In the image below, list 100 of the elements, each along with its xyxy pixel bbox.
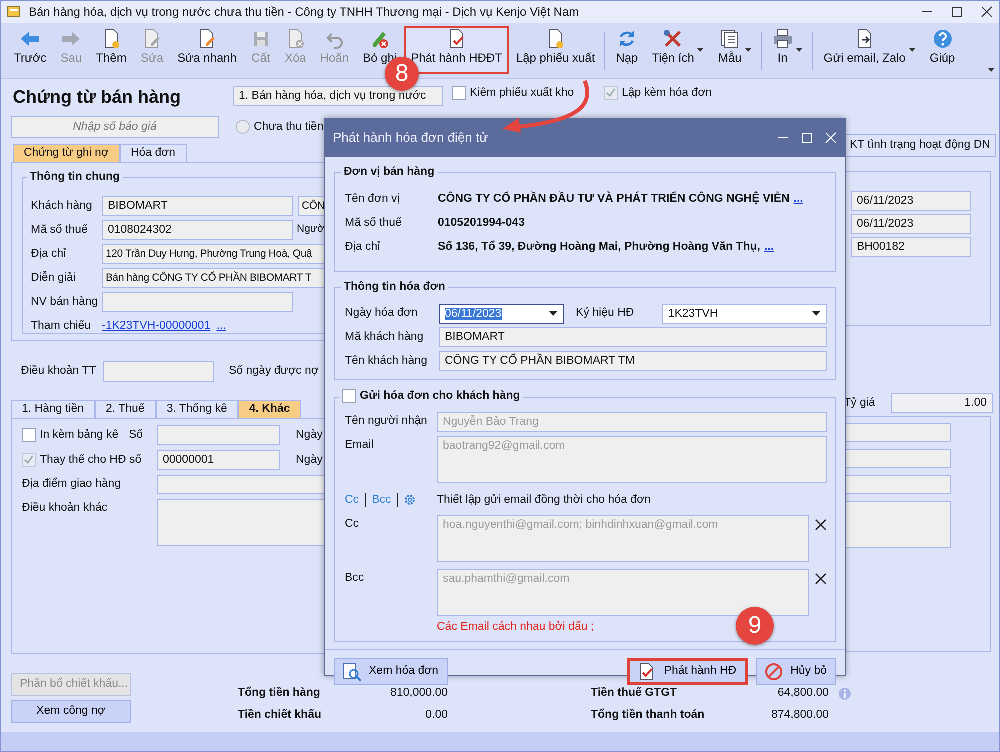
text-area[interactable] xyxy=(157,499,324,546)
help-icon xyxy=(932,29,953,49)
detail-tab[interactable]: 2. Thuế xyxy=(95,400,156,418)
field-label: Ngày xyxy=(296,428,323,443)
dialog-button[interactable]: Xem hóa đơn xyxy=(334,658,448,685)
text-field[interactable]: BH00182 xyxy=(851,237,971,257)
reference-link[interactable]: -1K23TVH-00000001 xyxy=(102,318,211,334)
field-label: Khách hàng xyxy=(31,198,94,214)
total-value: 874,800.00 xyxy=(770,708,829,722)
toolbar-button[interactable]: Sửa nhanh xyxy=(170,26,244,74)
close-icon xyxy=(825,132,837,144)
series-select[interactable]: 1K23TVH xyxy=(662,304,827,324)
hint-text: Các Email cách nhau bởi dấu ; xyxy=(437,620,594,634)
checkbox[interactable] xyxy=(452,86,466,100)
toolbar-button[interactable]: Trước xyxy=(7,26,54,74)
toolbar-button[interactable]: Lập phiếu xuất xyxy=(509,26,602,74)
gear-icon xyxy=(404,494,416,506)
text-area[interactable] xyxy=(846,501,951,548)
text-field[interactable] xyxy=(103,360,214,382)
field-label: Tên người nhận xyxy=(345,414,428,429)
date-select[interactable]: 06/11/2023 xyxy=(439,304,564,324)
field-label: Bcc xyxy=(345,571,366,586)
text-field[interactable] xyxy=(157,475,324,494)
voucher-title: Chứng từ bán hàng xyxy=(13,86,182,108)
info-icon xyxy=(839,688,851,700)
total-label: Tiền thuế GTGT xyxy=(591,686,678,701)
checkbox[interactable] xyxy=(342,389,356,404)
overflow-chevron-icon xyxy=(988,68,995,72)
dialog-title: Phát hành hóa đơn điện tử xyxy=(333,130,490,146)
toolbar-button[interactable]: Thêm xyxy=(89,26,134,74)
total-value: 64,800.00 xyxy=(776,686,829,701)
text-field[interactable]: CÔNG TY CỔ PHẦN BIBOMART TM xyxy=(439,351,827,371)
field-label: Tham chiếu xyxy=(31,318,92,334)
maximize-icon xyxy=(951,6,963,18)
pages-icon xyxy=(720,29,740,49)
tab[interactable]: Hóa đơn xyxy=(120,144,187,162)
caret-icon xyxy=(697,48,704,52)
window-title: Bán hàng hóa, dịch vụ trong nước chưa thu tiền - Công ty TNHH Thương mại - Dịch vụ Kenjo Việt Nam xyxy=(29,4,580,20)
checkbox-label: Kiêm phiếu xuất kho xyxy=(470,86,574,100)
more-link[interactable]: ... xyxy=(764,240,774,254)
more-link[interactable]: ... xyxy=(794,192,804,206)
field-label: Địa chỉ xyxy=(31,246,68,262)
text-field[interactable] xyxy=(846,475,951,494)
setting-note: Thiết lập gửi email đồng thời cho hóa đơn xyxy=(437,492,651,508)
cancel-icon xyxy=(764,662,783,680)
pen-cross-icon xyxy=(370,29,390,49)
action-button[interactable]: Xem công nợ xyxy=(11,700,131,723)
text-field[interactable] xyxy=(102,292,293,312)
field-label: Số ngày được nợ xyxy=(229,364,319,378)
field-label: Điều khoản TT xyxy=(21,364,98,378)
text-field[interactable] xyxy=(157,425,280,445)
text-field[interactable]: 120 Trần Duy Hưng, Phường Trung Hoà, Quậ xyxy=(102,244,324,264)
text-field[interactable] xyxy=(846,449,951,468)
checkbox-label: Thay thế cho HĐ số xyxy=(40,452,142,468)
toolbar-button[interactable]: Tiện ích xyxy=(645,26,712,74)
text-field[interactable]: CÔN xyxy=(298,196,324,216)
text-field[interactable]: 06/11/2023 xyxy=(851,214,971,234)
toolbar-button[interactable]: Mẫu xyxy=(711,26,759,74)
text-field[interactable]: 0108024302 xyxy=(102,220,293,240)
field-label: Điều khoản khác xyxy=(22,501,109,516)
field-label: Ngày xyxy=(296,453,323,468)
detail-tab[interactable]: 4. Khác xyxy=(238,400,302,418)
toolbar-button[interactable]: Giúp xyxy=(922,26,962,74)
caret-icon xyxy=(812,310,821,316)
text-field[interactable] xyxy=(846,423,951,442)
close-icon[interactable] xyxy=(815,519,827,531)
checkbox[interactable] xyxy=(22,428,36,442)
field-label: NV bán hàng xyxy=(31,294,100,310)
field-label: Số xyxy=(129,428,144,443)
radio-button[interactable] xyxy=(236,120,250,134)
text-field[interactable]: BIBOMART xyxy=(102,196,293,216)
document-check-icon xyxy=(638,662,656,680)
close-icon xyxy=(981,6,993,18)
text-field[interactable]: Bán hàng CÔNG TY CỔ PHẦN BIBOMART T xyxy=(102,268,324,288)
field-label: Tên đơn vị xyxy=(345,192,401,206)
caret-icon xyxy=(744,48,752,52)
text-field[interactable]: 1.00 xyxy=(891,393,993,413)
field-label: Ngườ xyxy=(297,223,324,237)
dialog-button[interactable]: Hủy bỏ xyxy=(756,658,836,685)
detail-tab[interactable]: 1. Hàng tiền xyxy=(11,400,96,418)
field-label: Ngày hóa đơn xyxy=(345,306,419,321)
caret-icon xyxy=(549,310,558,316)
check-business-button[interactable]: KT tình trạng hoạt động DN xyxy=(846,134,996,157)
group-title: Thông tin chung xyxy=(27,170,124,184)
text-field[interactable]: 06/11/2023 xyxy=(851,191,971,211)
sale-type-select[interactable]: 1. Bán hàng hóa, dịch vụ trong nước xyxy=(233,86,443,106)
text-field[interactable]: BIBOMART xyxy=(439,327,827,347)
field-label: Địa điểm giao hàng xyxy=(22,476,122,492)
total-label: Tổng tiền thanh toán xyxy=(591,708,706,722)
field-label: Email xyxy=(345,438,375,453)
group-title: Thông tin hóa đơn xyxy=(341,280,448,294)
quote-number-field[interactable]: Nhập số báo giá xyxy=(11,116,219,138)
detail-tab[interactable]: 3. Thống kê xyxy=(156,400,238,418)
close-icon[interactable] xyxy=(815,573,827,585)
tab[interactable]: Chứng từ ghi nợ xyxy=(13,144,120,162)
printer-icon xyxy=(772,29,793,49)
more-link[interactable]: ... xyxy=(216,318,226,334)
field-label: Mã số thuế xyxy=(31,222,89,238)
dialog-button[interactable]: Phát hành HĐ xyxy=(627,658,748,685)
select-value: 1K23TVH xyxy=(668,308,718,320)
